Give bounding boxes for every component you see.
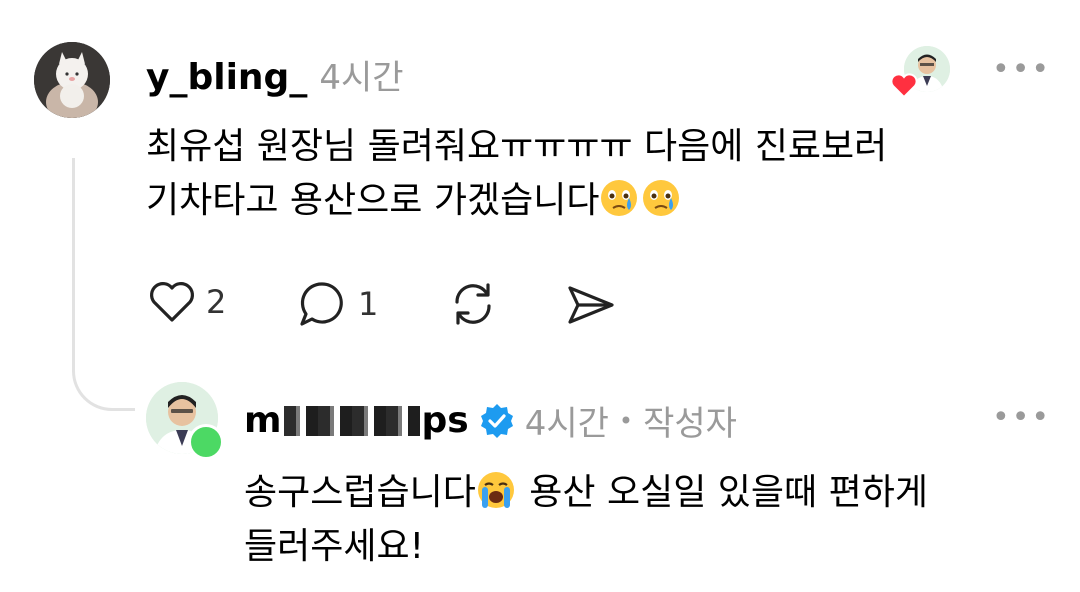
comment-text-line1: 최유섭 원장님 돌려줘요ㅠㅠㅠㅠ 다음에 진료보러 [146, 126, 888, 167]
author-username-prefix: m [244, 400, 282, 441]
comment-header: y_bling_ 4시간 [146, 50, 404, 99]
reply-button[interactable]: 1 [298, 280, 378, 328]
repost-button[interactable] [448, 280, 498, 332]
online-status-dot [188, 424, 224, 460]
face-holding-back-tears-emoji [643, 180, 680, 216]
reply-more-icon[interactable]: ••• [992, 400, 1051, 435]
reply-text: 송구스럽습니다 용산 오실일 있을때 편하게 들러주세요! [244, 466, 1044, 574]
thread-line [72, 158, 135, 411]
comment-text-line2: 기차타고 용산으로 가겠습니다 [146, 174, 1026, 228]
reply-text-line2: 들러주세요! [244, 526, 425, 567]
comment-text-line2-text: 기차타고 용산으로 가겠습니다 [146, 180, 600, 221]
reply-text-part2: 용산 오실일 있을때 편하게 [517, 472, 928, 513]
repost-icon [455, 283, 491, 325]
like-button[interactable]: 2 [148, 280, 226, 324]
author-username[interactable]: m ps [244, 400, 469, 441]
reply-timestamp: 4시간 [524, 404, 609, 444]
face-holding-back-tears-emoji [601, 180, 638, 216]
comment-timestamp: 4시간 [319, 58, 404, 98]
heart-outline-icon [150, 282, 194, 322]
like-count: 2 [206, 283, 227, 321]
commenter-avatar[interactable] [34, 42, 110, 118]
comment-text: 최유섭 원장님 돌려줘요ㅠㅠㅠㅠ 다음에 진료보러 기차타고 용산으로 가겠습니… [146, 120, 1026, 228]
commenter-username[interactable]: y_bling_ [146, 57, 307, 98]
heart-icon [890, 72, 918, 99]
author-tag: 작성자 [643, 404, 737, 444]
redacted-username-block [283, 405, 420, 436]
reply-header: m ps 4시간 • 작성자 [244, 396, 737, 445]
reply-count: 1 [358, 285, 379, 323]
verified-badge-icon [480, 403, 513, 438]
reply-text-line1: 송구스럽습니다 용산 오실일 있을때 편하게 [244, 466, 1044, 520]
send-icon [568, 286, 614, 324]
loudly-crying-face-emoji [477, 472, 514, 508]
separator-dot: • [618, 406, 634, 435]
comment-more-icon[interactable]: ••• [992, 52, 1051, 87]
author-username-suffix: ps [421, 400, 469, 441]
share-button[interactable] [566, 282, 616, 332]
comment-icon [300, 282, 343, 326]
reply-text-part1: 송구스럽습니다 [244, 472, 476, 513]
